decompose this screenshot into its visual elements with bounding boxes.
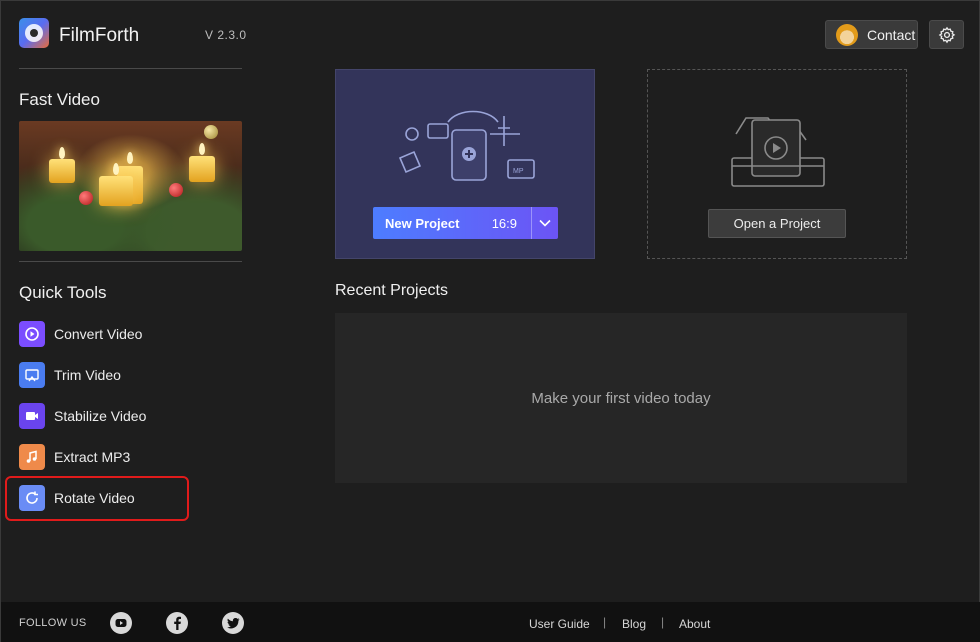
youtube-icon[interactable] — [110, 612, 132, 634]
extract-mp3-icon — [19, 444, 45, 470]
footer-separator: | — [661, 615, 665, 629]
new-project-label: New Project — [385, 215, 460, 231]
app-version: V 2.3.0 — [205, 28, 247, 42]
tool-label: Extract MP3 — [54, 449, 131, 465]
ornament-shape — [204, 125, 218, 139]
recent-empty-message: Make your first video today — [531, 389, 711, 407]
folder-video-icon — [731, 117, 825, 187]
sidebar-divider — [19, 261, 242, 262]
filmforth-logo — [19, 18, 49, 48]
tool-label: Convert Video — [54, 326, 143, 342]
aspect-ratio-label: 16:9 — [491, 215, 517, 231]
facebook-icon[interactable] — [166, 612, 188, 634]
candle-shape — [99, 176, 133, 206]
footer-separator: | — [603, 615, 607, 629]
new-project-illustration-icon: MP — [398, 110, 535, 181]
candle-shape — [49, 159, 75, 183]
chevron-down-icon[interactable] — [532, 219, 558, 227]
svg-text:MP: MP — [513, 168, 524, 175]
stabilize-video-icon — [19, 403, 45, 429]
contact-button[interactable]: Contact — [825, 20, 918, 49]
gear-icon — [938, 26, 955, 43]
new-project-button[interactable]: New Project 16:9 — [373, 207, 558, 239]
footer-link-user-guide[interactable]: User Guide — [529, 617, 590, 631]
sidebar-divider — [19, 68, 242, 69]
tool-label: Stabilize Video — [54, 408, 147, 424]
settings-button[interactable] — [929, 20, 964, 49]
contact-label: Contact — [867, 26, 916, 43]
contact-avatar-icon — [836, 23, 858, 46]
fast-video-title: Fast Video — [19, 90, 100, 109]
footer-link-about[interactable]: About — [679, 617, 710, 631]
tool-stabilize-video[interactable]: Stabilize Video — [19, 400, 189, 432]
flame-shape — [127, 152, 133, 164]
tool-convert-video[interactable]: Convert Video — [19, 318, 189, 350]
recent-projects-panel: Make your first video today — [335, 313, 907, 483]
tool-label: Trim Video — [54, 367, 121, 383]
twitter-icon[interactable] — [222, 612, 244, 634]
ornament-shape — [79, 191, 93, 205]
follow-us-label: FOLLOW US — [19, 617, 87, 629]
flame-shape — [59, 147, 65, 159]
flame-shape — [113, 163, 119, 175]
rotate-video-highlight — [5, 476, 189, 521]
ornament-shape — [169, 183, 183, 197]
flame-shape — [199, 143, 205, 155]
open-project-button[interactable]: Open a Project — [708, 209, 846, 238]
candle-shape — [189, 156, 215, 182]
footer-bar — [1, 602, 980, 642]
fast-video-thumbnail[interactable] — [19, 121, 242, 251]
quick-tools-title: Quick Tools — [19, 283, 107, 302]
tool-trim-video[interactable]: Trim Video — [19, 359, 189, 391]
convert-video-icon — [19, 321, 45, 347]
recent-projects-title: Recent Projects — [335, 282, 448, 299]
app-name: FilmForth — [59, 25, 140, 46]
trim-video-icon — [19, 362, 45, 388]
footer-link-blog[interactable]: Blog — [622, 617, 646, 631]
tool-extract-mp3[interactable]: Extract MP3 — [19, 441, 189, 473]
